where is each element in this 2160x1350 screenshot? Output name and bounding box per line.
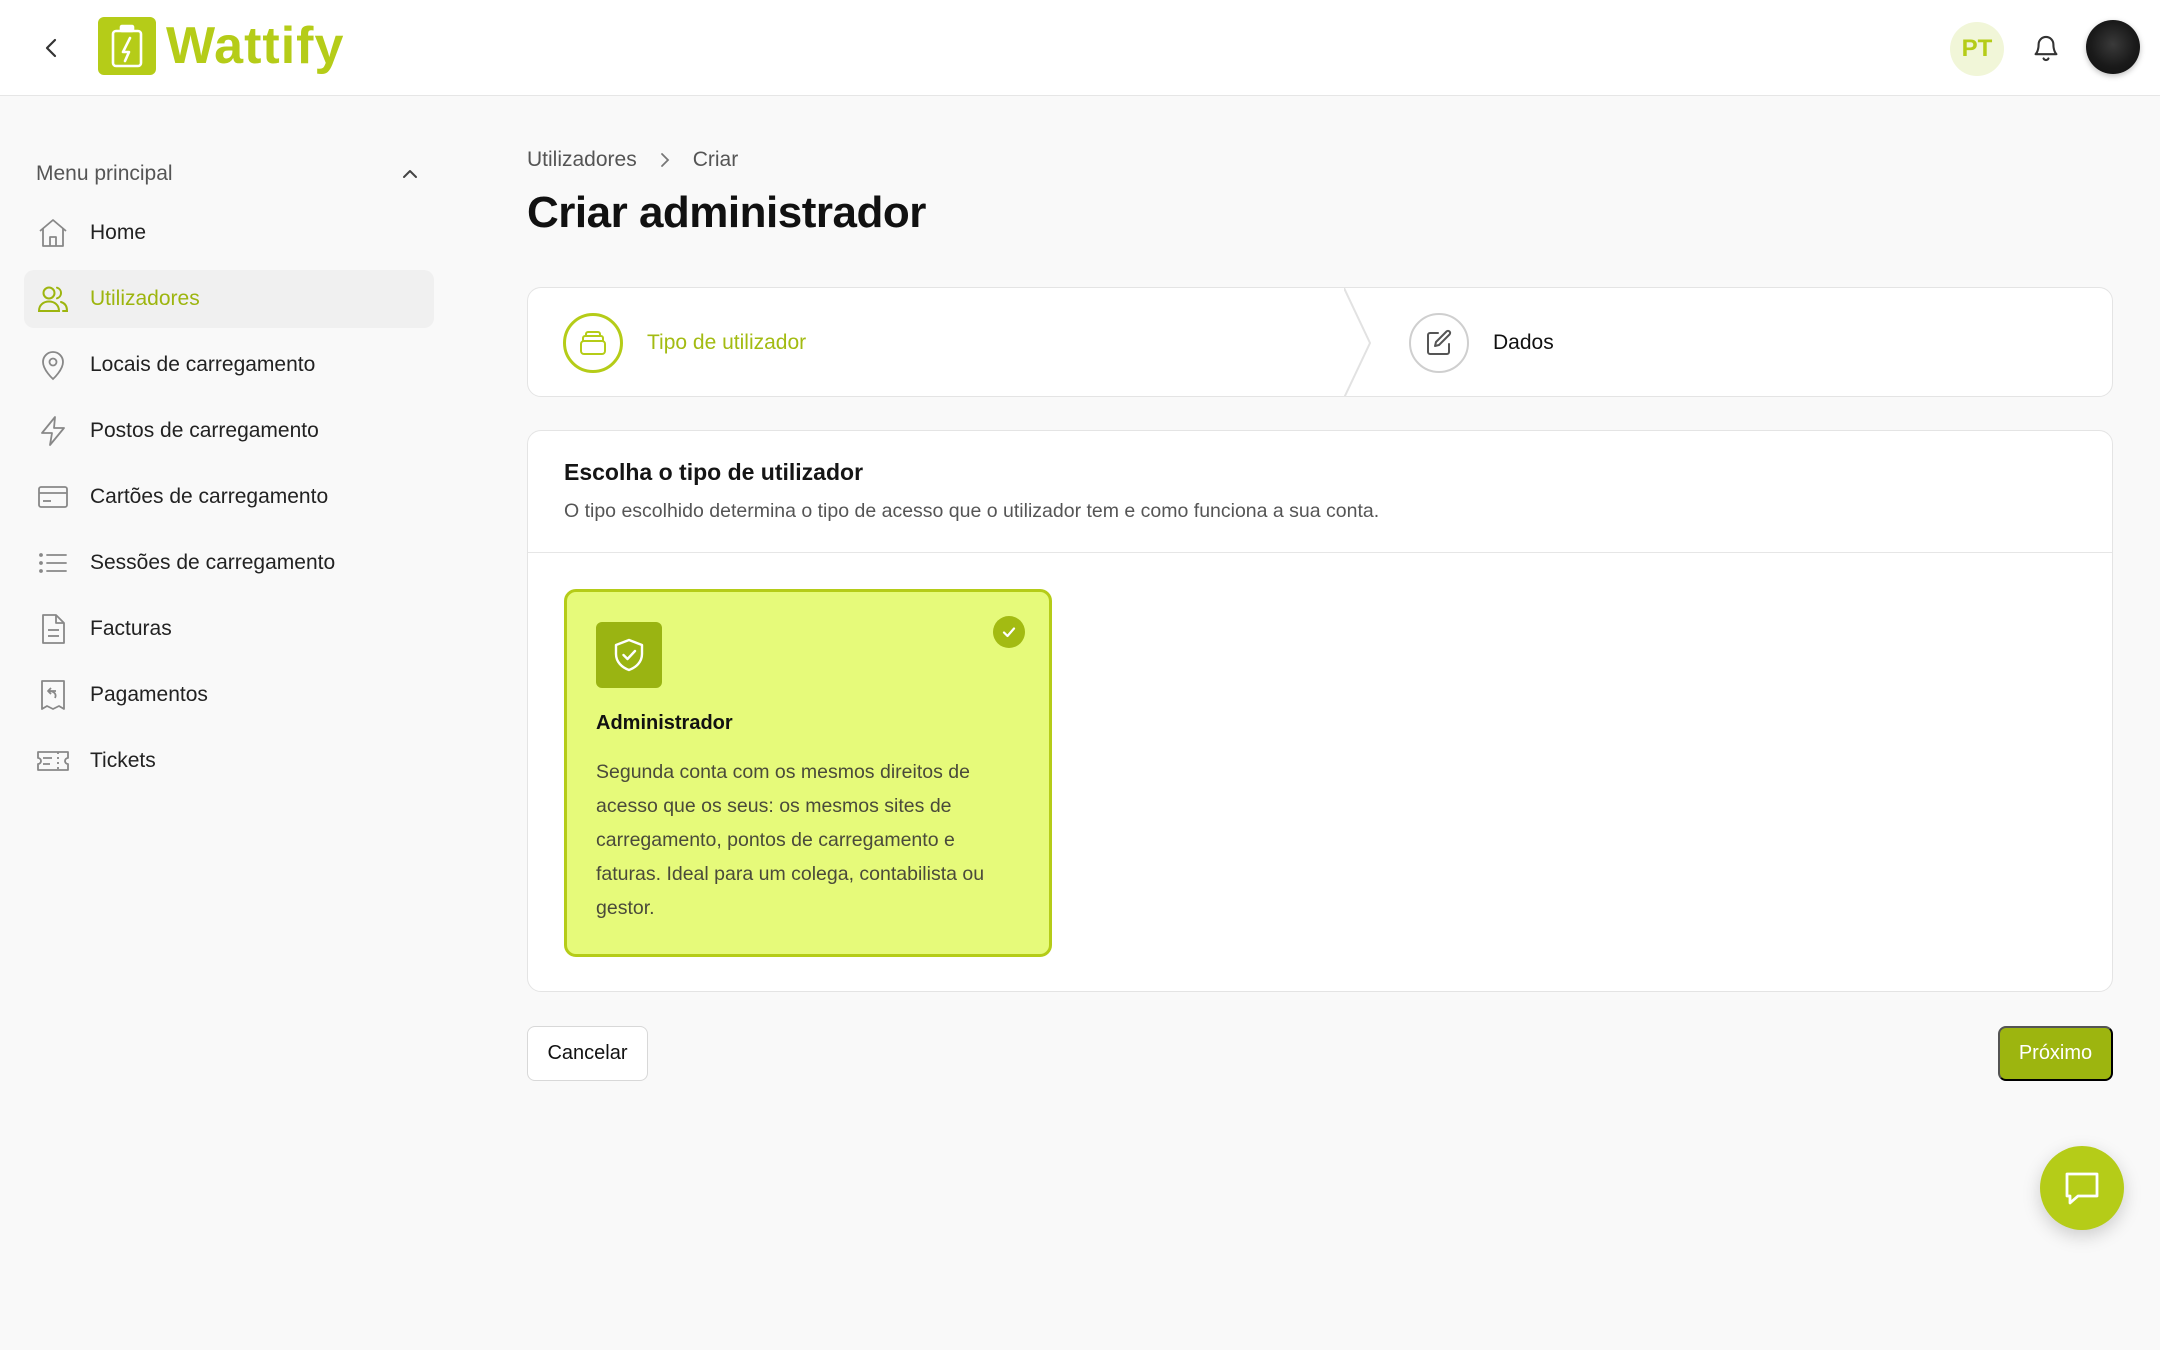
sidebar-item-charging-stations[interactable]: Postos de carregamento [24,402,434,460]
logo[interactable]: Wattify [98,15,344,77]
sidebar-item-charging-sessions[interactable]: Sessões de carregamento [24,534,434,592]
stepper: Tipo de utilizador Dados [527,287,2113,397]
shield-check-icon [596,622,662,688]
bell-icon [2034,35,2058,62]
stack-icon [563,313,623,373]
sidebar-item-payments[interactable]: Pagamentos [24,666,434,724]
sidebar-item-label: Cartões de carregamento [90,485,329,508]
option-title: Administrador [596,712,733,734]
page-title: Criar administrador [527,188,926,237]
sidebar-item-label: Home [90,221,147,244]
sidebar-item-tickets[interactable]: Tickets [24,732,434,790]
sidebar-item-invoices[interactable]: Facturas [24,600,434,658]
menu-list: Home Utilizadores Locais de carregamento… [24,204,434,790]
edit-icon [1409,313,1469,373]
step-details[interactable]: Dados [1409,288,1554,396]
sidebar-item-label: Tickets [90,749,156,772]
sidebar: Menu principal Home Utilizadores Locais … [24,150,434,798]
menu-section-title: Menu principal [36,162,173,185]
users-icon [36,282,70,316]
sidebar-item-charging-locations[interactable]: Locais de carregamento [24,336,434,394]
option-description: Segunda conta com os mesmos direitos de … [596,761,985,919]
sidebar-item-label: Facturas [90,617,172,640]
sidebar-item-home[interactable]: Home [24,204,434,262]
chevron-left-icon [45,38,57,58]
option-administrator[interactable]: Administrador Segunda conta com os mesmo… [564,589,1052,957]
list-icon [36,546,70,580]
top-bar: Wattify PT [0,0,2160,96]
chevron-right-icon [657,152,673,168]
sidebar-item-charging-cards[interactable]: Cartões de carregamento [24,468,434,526]
logo-text: Wattify [166,17,345,75]
sidebar-item-label: Pagamentos [90,683,208,706]
breadcrumb: Utilizadores Criar [527,140,2113,180]
main-content: Utilizadores Criar Criar administrador T… [527,140,2113,1081]
step-divider [1344,288,1372,396]
step-label: Dados [1493,331,1554,354]
document-icon [36,612,70,646]
sidebar-item-label: Locais de carregamento [90,353,316,376]
next-button[interactable]: Próximo [1998,1026,2113,1081]
card-title: Escolha o tipo de utilizador [564,459,864,485]
card-header: Escolha o tipo de utilizador O tipo esco… [528,431,2112,553]
avatar[interactable] [2086,20,2140,74]
notifications-button[interactable] [2026,28,2066,68]
step-user-type[interactable]: Tipo de utilizador [563,288,807,396]
home-icon [36,216,70,250]
step-label: Tipo de utilizador [647,331,807,354]
sidebar-item-label: Postos de carregamento [90,419,319,442]
chat-icon [2065,1172,2099,1205]
check-circle-icon [993,616,1025,648]
cancel-button[interactable]: Cancelar [527,1026,648,1081]
lightning-icon [36,414,70,448]
chat-button[interactable] [2040,1146,2124,1230]
battery-logo-icon [98,17,156,75]
sidebar-item-label: Sessões de carregamento [90,551,336,574]
chevron-up-icon [403,170,417,178]
card-description: O tipo escolhido determina o tipo de ace… [564,500,1380,522]
map-pin-icon [36,348,70,382]
language-button[interactable]: PT [1950,22,2004,76]
back-button[interactable] [34,30,70,66]
breadcrumb-item-users[interactable]: Utilizadores [527,148,637,172]
breadcrumb-item-create: Criar [692,148,739,171]
menu-section-toggle[interactable]: Menu principal [24,150,434,198]
sidebar-item-users[interactable]: Utilizadores [24,270,434,328]
sidebar-item-label: Utilizadores [90,287,200,310]
card-icon [36,480,70,514]
ticket-icon [36,744,70,778]
user-type-card: Escolha o tipo de utilizador O tipo esco… [527,430,2113,992]
receipt-icon [36,678,70,712]
